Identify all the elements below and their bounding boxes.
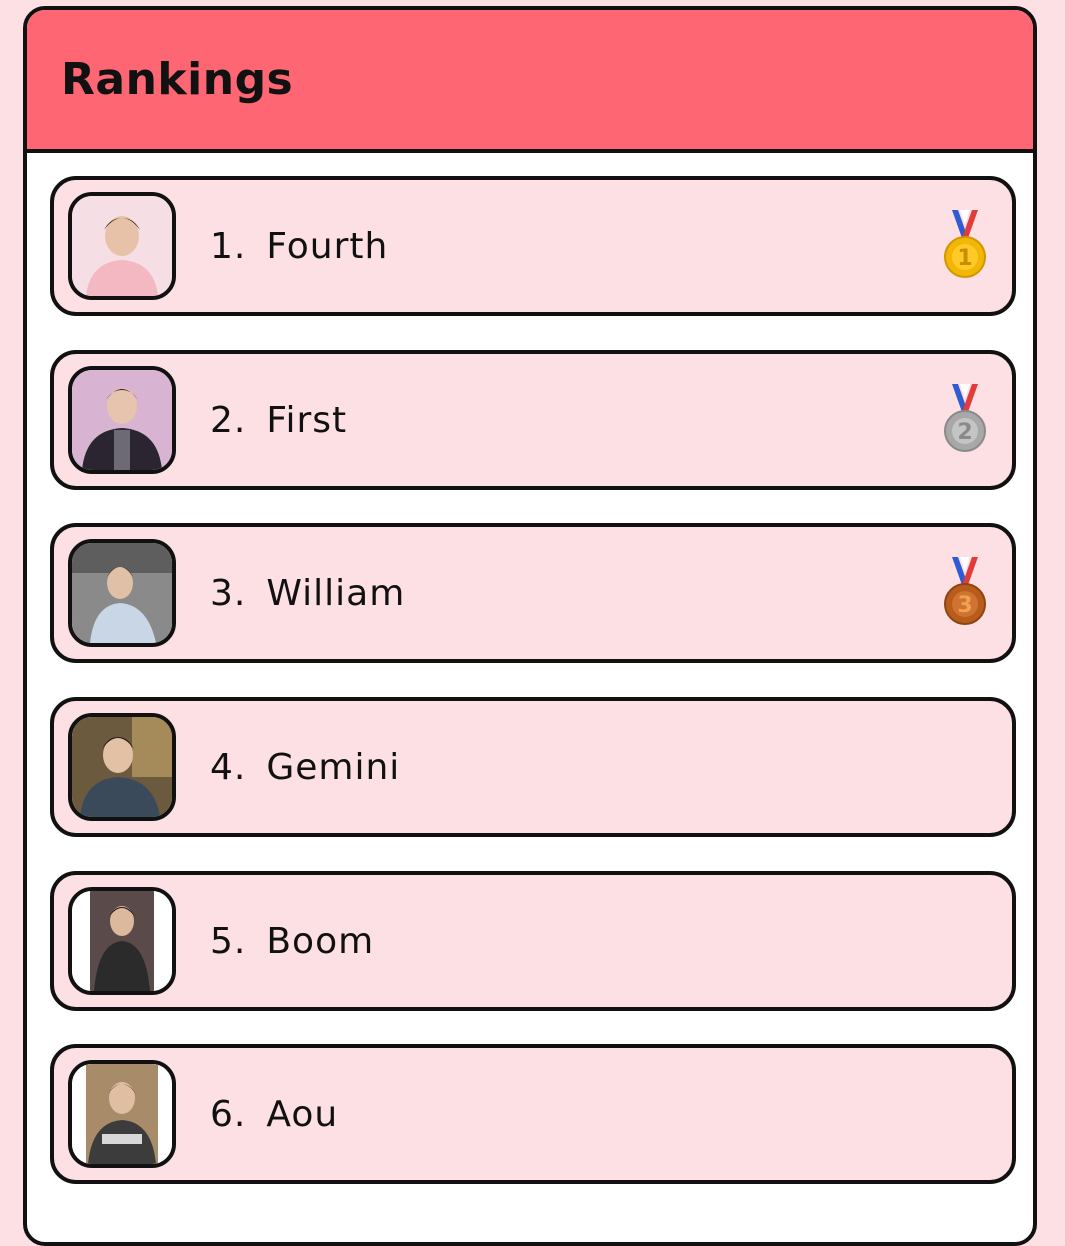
rank-name: Boom bbox=[266, 920, 375, 962]
rank-number: 3. bbox=[210, 572, 247, 614]
avatar bbox=[68, 366, 176, 474]
rank-name: Gemini bbox=[266, 746, 401, 788]
avatar bbox=[68, 192, 176, 300]
ranking-label: 1. Fourth bbox=[210, 180, 388, 312]
rankings-header: Rankings bbox=[27, 10, 1033, 153]
rank-name: Fourth bbox=[266, 225, 389, 267]
ranking-row-6[interactable]: 6. Aou bbox=[50, 1044, 1016, 1184]
ranking-row-3[interactable]: 3. William 3 bbox=[50, 523, 1016, 663]
avatar bbox=[68, 1060, 176, 1168]
ranking-row-1[interactable]: 1. Fourth 1 bbox=[50, 176, 1016, 316]
silver-medal-icon: 2 bbox=[942, 384, 988, 454]
svg-text:2: 2 bbox=[957, 420, 972, 445]
avatar bbox=[68, 713, 176, 821]
rankings-card: Rankings 1. Fourth 1 2. First 2 3. Willi… bbox=[23, 6, 1037, 1246]
rank-number: 4. bbox=[210, 746, 247, 788]
rank-number: 1. bbox=[210, 225, 247, 267]
avatar bbox=[68, 887, 176, 995]
ranking-label: 6. Aou bbox=[210, 1048, 338, 1180]
rank-name: Aou bbox=[266, 1093, 339, 1135]
ranking-row-4[interactable]: 4. Gemini bbox=[50, 697, 1016, 837]
svg-text:3: 3 bbox=[957, 593, 972, 618]
rank-number: 5. bbox=[210, 920, 247, 962]
ranking-row-2[interactable]: 2. First 2 bbox=[50, 350, 1016, 490]
ranking-label: 5. Boom bbox=[210, 875, 374, 1007]
rank-number: 2. bbox=[210, 399, 247, 441]
rank-name: First bbox=[266, 399, 348, 441]
ranking-label: 4. Gemini bbox=[210, 701, 400, 833]
ranking-row-5[interactable]: 5. Boom bbox=[50, 871, 1016, 1011]
rank-name: William bbox=[266, 572, 406, 614]
avatar bbox=[68, 539, 176, 647]
rank-number: 6. bbox=[210, 1093, 247, 1135]
gold-medal-icon: 1 bbox=[942, 210, 988, 280]
bronze-medal-icon: 3 bbox=[942, 557, 988, 627]
svg-text:1: 1 bbox=[957, 246, 972, 271]
ranking-label: 2. First bbox=[210, 354, 347, 486]
page-title: Rankings bbox=[61, 54, 294, 105]
ranking-label: 3. William bbox=[210, 527, 405, 659]
